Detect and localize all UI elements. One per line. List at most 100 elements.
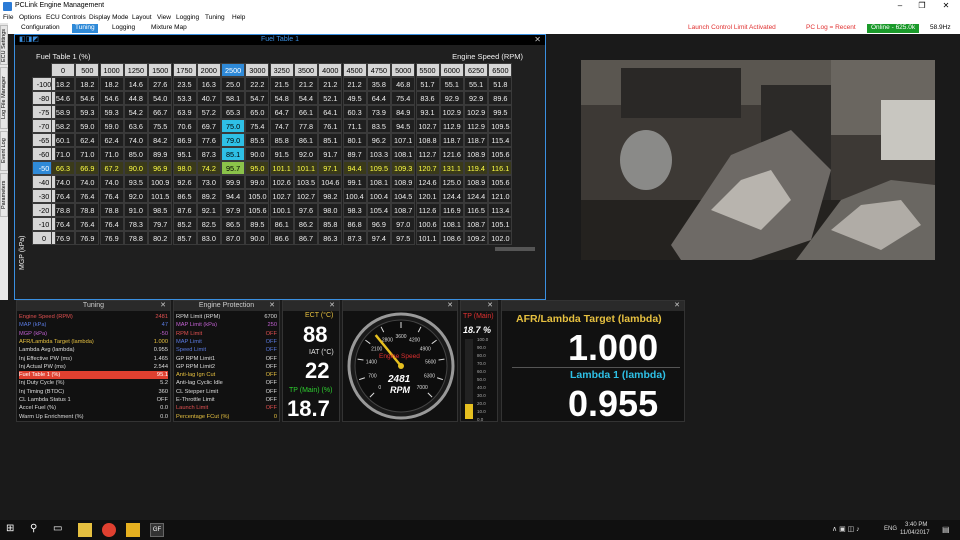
fuel-table-cell[interactable]: 99.0 xyxy=(245,175,270,189)
fuel-table-cell[interactable]: 108.1 xyxy=(439,217,464,231)
fuel-table-cell[interactable]: 97.4 xyxy=(366,231,391,245)
fuel-table-cell[interactable]: 101.1 xyxy=(269,161,294,175)
clock-time[interactable]: 3:40 PM xyxy=(905,522,927,528)
fuel-table-cell[interactable]: 100.4 xyxy=(342,189,367,203)
fuel-table-cell[interactable]: 76.4 xyxy=(51,189,75,203)
fuel-table-cell[interactable]: 102.7 xyxy=(415,119,440,133)
fuel-table-cell[interactable]: 91.7 xyxy=(318,147,343,161)
horizontal-scrollbar[interactable] xyxy=(495,247,535,251)
rpm-header-cell[interactable]: 500 xyxy=(75,63,100,77)
fuel-table-cell[interactable]: 86.9 xyxy=(172,133,197,147)
rpm-header-cell[interactable]: 6000 xyxy=(439,63,464,77)
fuel-table-cell[interactable]: 57.2 xyxy=(196,105,221,119)
fuel-table-cell[interactable]: 70.6 xyxy=(172,119,197,133)
rpm-header-cell[interactable]: 5000 xyxy=(391,63,416,77)
fuel-table-cell[interactable]: 85.0 xyxy=(123,147,148,161)
rpm-header-cell[interactable]: 4000 xyxy=(318,63,343,77)
fuel-table-cell[interactable]: 21.2 xyxy=(294,77,318,91)
fuel-table-cell[interactable]: 116.1 xyxy=(488,161,513,175)
fuel-table-cell[interactable]: 89.6 xyxy=(488,91,513,105)
fuel-table-cell[interactable]: 55.1 xyxy=(464,77,489,91)
fuel-table-cell[interactable]: 104.6 xyxy=(318,175,343,189)
fuel-table-cell[interactable]: 85.1 xyxy=(318,133,343,147)
fuel-table-cell[interactable]: 18.2 xyxy=(75,77,100,91)
fuel-table-cell[interactable]: 23.5 xyxy=(172,77,197,91)
fuel-table-cell[interactable]: 92.1 xyxy=(196,203,221,217)
fuel-table-cell[interactable]: 115.4 xyxy=(488,133,513,147)
fuel-table-cell[interactable]: 96.9 xyxy=(148,161,173,175)
fuel-table-cell[interactable]: 108.1 xyxy=(366,175,391,189)
fuel-table-cell[interactable]: 96.9 xyxy=(366,217,391,231)
fuel-table-cell[interactable]: 94.4 xyxy=(342,161,367,175)
fuel-table-cell[interactable]: 104.5 xyxy=(391,189,416,203)
fuel-table-cell[interactable]: 51.7 xyxy=(415,77,440,91)
close-icon[interactable]: ✕ xyxy=(674,301,680,311)
fuel-table-cell[interactable]: 85.7 xyxy=(172,231,197,245)
fuel-table-cell[interactable]: 59.3 xyxy=(99,105,124,119)
fuel-table-cell[interactable]: 100.6 xyxy=(415,217,440,231)
fuel-table-cell[interactable]: 105.4 xyxy=(366,203,391,217)
fuel-table-cell[interactable]: 80.2 xyxy=(148,231,173,245)
fuel-table-cell[interactable]: 86.2 xyxy=(294,217,318,231)
fuel-table-cell[interactable]: 108.7 xyxy=(464,217,489,231)
fuel-table-cell[interactable]: 27.6 xyxy=(148,77,173,91)
fuel-table-cell[interactable]: 89.5 xyxy=(245,217,270,231)
fuel-table-cell[interactable]: 73.0 xyxy=(196,175,221,189)
fuel-table-cell[interactable]: 102.7 xyxy=(294,189,318,203)
fuel-table-cell[interactable]: 60.3 xyxy=(342,105,367,119)
fuel-table-cell[interactable]: 71.0 xyxy=(51,147,75,161)
tab-tuning[interactable]: Tuning xyxy=(72,24,98,33)
fuel-table-cell[interactable]: 98.3 xyxy=(342,203,367,217)
fuel-table-cell[interactable]: 74.0 xyxy=(123,133,148,147)
fuel-table-cell[interactable]: 85.8 xyxy=(269,133,294,147)
fuel-table-cell[interactable]: 86.1 xyxy=(269,217,294,231)
rpm-header-cell[interactable]: 0 xyxy=(51,63,75,77)
fuel-table-cell[interactable]: 86.5 xyxy=(172,189,197,203)
fuel-table-cell[interactable]: 92.0 xyxy=(294,147,318,161)
menu-options[interactable]: Options xyxy=(19,14,41,21)
fuel-table-cell[interactable]: 112.7 xyxy=(415,147,440,161)
fuel-table-cell[interactable]: 78.8 xyxy=(123,231,148,245)
fuel-table-cell[interactable]: 93.5 xyxy=(123,175,148,189)
fuel-table-cell[interactable]: 77.6 xyxy=(196,133,221,147)
fuel-table-cell[interactable]: 75.5 xyxy=(148,119,173,133)
fuel-table-cell[interactable]: 98.5 xyxy=(148,203,173,217)
fuel-table-cell[interactable]: 66.7 xyxy=(148,105,173,119)
fuel-table-cell[interactable]: 74.0 xyxy=(99,175,124,189)
fuel-table-cell[interactable]: 99.1 xyxy=(342,175,367,189)
fuel-table-cell[interactable]: 75.4 xyxy=(245,119,270,133)
fuel-table-cell[interactable]: 71.1 xyxy=(342,119,367,133)
menu-tuning[interactable]: Tuning xyxy=(205,14,225,21)
fuel-table-cell[interactable]: 22.2 xyxy=(245,77,270,91)
fuel-table-cell[interactable]: 35.8 xyxy=(366,77,391,91)
fuel-table-cell[interactable]: 124.6 xyxy=(415,175,440,189)
fuel-table-cell[interactable]: 97.5 xyxy=(391,231,416,245)
rpm-header-cell[interactable]: 5500 xyxy=(415,63,440,77)
fuel-table-cell[interactable]: 102.9 xyxy=(464,105,489,119)
search-icon[interactable]: ⚲ xyxy=(30,523,44,537)
fuel-table-cell[interactable]: 94.5 xyxy=(391,119,416,133)
tray-icons[interactable]: ∧ ▣ ◫ ♪ xyxy=(832,525,860,533)
fuel-table-cell[interactable]: 58.2 xyxy=(51,119,75,133)
fuel-table-cell[interactable]: 73.9 xyxy=(366,105,391,119)
table-toolbar-icon[interactable]: ◧◨◩ xyxy=(19,35,39,45)
fuel-table-cell[interactable]: 84.9 xyxy=(391,105,416,119)
fuel-table-cell[interactable]: 63.6 xyxy=(123,119,148,133)
fuel-table-cell[interactable]: 118.7 xyxy=(439,133,464,147)
fuel-table-cell[interactable]: 86.3 xyxy=(318,231,343,245)
fuel-table-cell[interactable]: 108.9 xyxy=(464,175,489,189)
fuel-table-cell[interactable]: 101.1 xyxy=(294,161,318,175)
fuel-table-cell[interactable]: 71.0 xyxy=(99,147,124,161)
menu-help[interactable]: Help xyxy=(232,14,245,21)
close-icon[interactable]: ✕ xyxy=(534,35,541,45)
fuel-table-cell[interactable]: 113.4 xyxy=(488,203,513,217)
minimize-button[interactable]: – xyxy=(891,1,909,10)
menu-display-mode[interactable]: Display Mode xyxy=(89,14,128,21)
fuel-table-cell[interactable]: 112.9 xyxy=(464,119,489,133)
fuel-table-cell[interactable]: 86.7 xyxy=(294,231,318,245)
rpm-header-cell[interactable]: 2000 xyxy=(196,63,221,77)
rpm-header-cell[interactable]: 6500 xyxy=(488,63,513,77)
menu-layout[interactable]: Layout xyxy=(132,14,152,21)
menu-view[interactable]: View xyxy=(157,14,171,21)
fuel-table-cell[interactable]: 92.9 xyxy=(464,91,489,105)
